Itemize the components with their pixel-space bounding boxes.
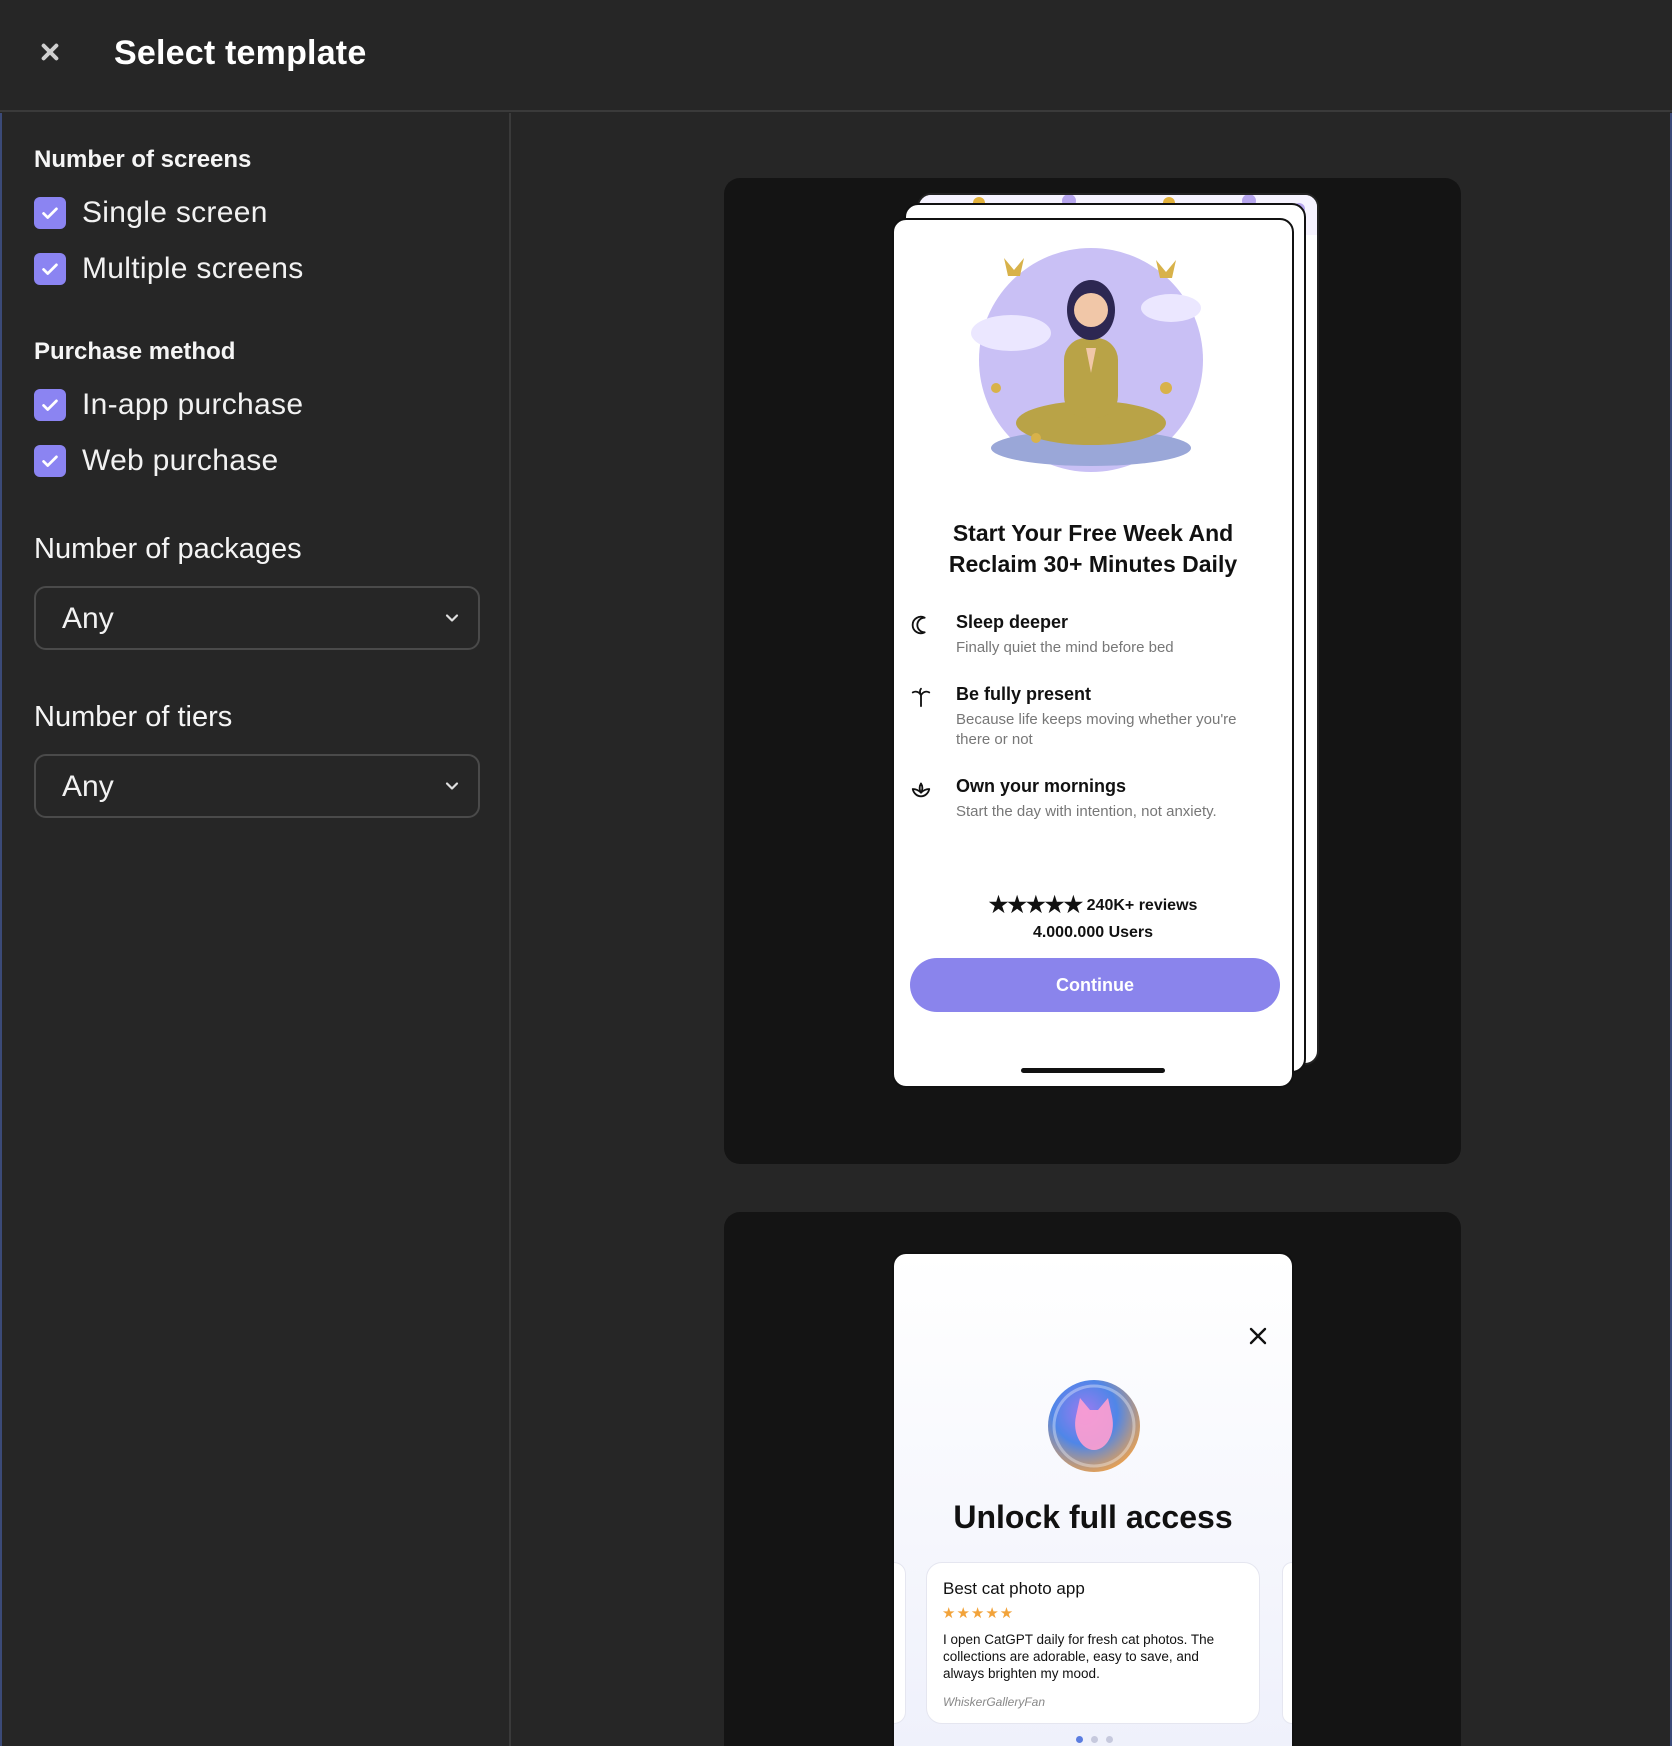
template-card-catgpt[interactable]: Unlock full access Best cat photo app ★★…	[724, 1212, 1461, 1746]
feature-description: Start the day with intention, not anxiet…	[956, 803, 1217, 820]
template-card-meditation[interactable]: Start Your Free Week And Reclaim 30+ Min…	[724, 178, 1461, 1164]
review-card-prev	[894, 1562, 906, 1724]
checkbox-checked-icon[interactable]	[34, 197, 66, 229]
feature-description: Because life keeps moving whether you're…	[956, 711, 1237, 748]
template-headline-line2: Reclaim 30+ Minutes Daily	[948, 551, 1238, 577]
carousel-dot[interactable]	[1091, 1736, 1098, 1743]
tiers-section-title: Number of tiers	[34, 701, 233, 733]
meditation-illustration	[971, 248, 1203, 472]
tiers-select[interactable]: Any	[34, 754, 480, 818]
users-count: 4.000.000 Users	[1032, 924, 1154, 941]
checkbox-checked-icon[interactable]	[34, 253, 66, 285]
close-icon[interactable]	[1246, 1324, 1270, 1348]
feature-item: Be fully present Because life keeps movi…	[910, 684, 1276, 754]
paywall-preview-screen: Unlock full access Best cat photo app ★★…	[892, 1252, 1294, 1746]
feature-title: Be fully present	[956, 684, 1092, 704]
multiple-screens-label: Multiple screens	[82, 252, 304, 285]
continue-button[interactable]: Continue	[910, 958, 1280, 1012]
in-app-purchase-checkbox[interactable]: In-app purchase	[34, 387, 303, 423]
paywall-preview-screen: Start Your Free Week And Reclaim 30+ Min…	[892, 218, 1294, 1088]
carousel-dot-active[interactable]	[1076, 1736, 1083, 1743]
filter-sidebar: Number of screens Single screen Multiple…	[0, 113, 511, 1746]
review-text: I open CatGPT daily for fresh cat photos…	[943, 1632, 1215, 1681]
review-title: Best cat photo app	[943, 1579, 1085, 1598]
review-card: Best cat photo app ★★★★★ I open CatGPT d…	[926, 1562, 1260, 1724]
home-indicator	[1021, 1068, 1165, 1073]
feature-title: Sleep deeper	[956, 612, 1069, 632]
web-purchase-label: Web purchase	[82, 444, 279, 477]
feature-item: Sleep deeper Finally quiet the mind befo…	[910, 612, 1276, 662]
template-headline-line1: Start Your Free Week And	[952, 520, 1234, 546]
chevron-down-icon	[445, 782, 459, 790]
reviews-count: 240K+ reviews	[1086, 897, 1198, 914]
palm-icon	[911, 687, 931, 708]
in-app-purchase-label: In-app purchase	[82, 388, 304, 421]
carousel-dot[interactable]	[1106, 1736, 1113, 1743]
star-rating-icon: ★★★★★	[988, 892, 1084, 917]
feature-title: Own your mornings	[956, 776, 1127, 796]
review-author: WhiskerGalleryFan	[943, 1695, 1046, 1709]
template-gallery: Start Your Free Week And Reclaim 30+ Min…	[513, 113, 1672, 1746]
moon-icon	[911, 615, 926, 635]
packages-select-value: Any	[62, 602, 114, 635]
page-title: Select template	[114, 34, 367, 72]
purchase-section-title: Purchase method	[34, 338, 236, 365]
multiple-screens-checkbox[interactable]: Multiple screens	[34, 251, 304, 287]
cat-app-logo	[1048, 1380, 1140, 1472]
close-icon[interactable]	[36, 38, 64, 66]
web-purchase-checkbox[interactable]: Web purchase	[34, 443, 279, 479]
screens-section-title: Number of screens	[34, 146, 252, 173]
feature-description: Finally quiet the mind before bed	[956, 639, 1174, 656]
review-card-next	[1282, 1562, 1292, 1724]
checkbox-checked-icon[interactable]	[34, 389, 66, 421]
single-screen-checkbox[interactable]: Single screen	[34, 195, 268, 231]
lotus-icon	[911, 782, 931, 798]
top-bar: Select template	[0, 0, 1672, 112]
feature-item: Own your mornings Start the day with int…	[910, 776, 1276, 826]
rating-row: ★★★★★ 240K+ reviews	[894, 892, 1292, 918]
tiers-select-value: Any	[62, 770, 114, 803]
packages-select[interactable]: Any	[34, 586, 480, 650]
chevron-down-icon	[445, 614, 459, 622]
checkbox-checked-icon[interactable]	[34, 445, 66, 477]
template-headline: Unlock full access	[953, 1499, 1233, 1535]
star-rating-icon: ★★★★★	[942, 1605, 1015, 1622]
packages-section-title: Number of packages	[34, 533, 302, 565]
single-screen-label: Single screen	[82, 196, 268, 229]
